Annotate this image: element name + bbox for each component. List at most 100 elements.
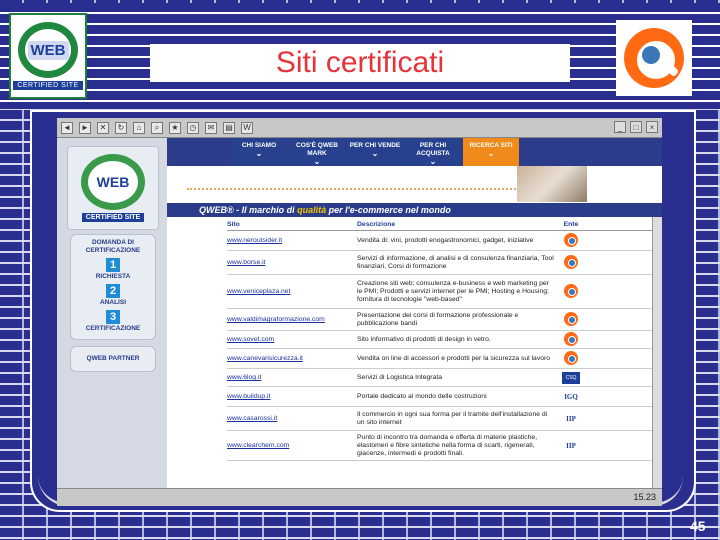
hero-photo [517, 166, 587, 202]
site-description: Il commercio in ogni sua forma per il tr… [357, 410, 548, 426]
browser-screenshot: ◄ ► ✕ ↻ ⌂ ⌕ ★ ◷ ✉ ▤ W _ □ × WEB CERTIFIE… [57, 118, 662, 506]
step-label: ANALISI [100, 299, 126, 306]
browser-toolbar: ◄ ► ✕ ↻ ⌂ ⌕ ★ ◷ ✉ ▤ W _ □ × [57, 118, 662, 138]
site-description: Servizi di Logistica Integrata [357, 373, 443, 381]
qweb-ente-icon [564, 350, 578, 365]
maximize-icon[interactable]: □ [630, 121, 642, 133]
certified-sites-table: Sito Descrizione Ente www.neroutsider.it… [227, 219, 657, 505]
site-description: Portale dedicato al mondo delle costruzi… [357, 392, 487, 400]
nav-label: RICERCA SITI [469, 142, 513, 149]
nav-label: PER CHI ACQUISTA [416, 142, 450, 157]
chevron-down-icon: ⌄ [429, 157, 437, 166]
csq-ente-logo: CSQ [562, 371, 580, 384]
certifying-body [555, 311, 587, 328]
site-description: Servizi di informazione, di analisi e di… [357, 254, 554, 270]
close-icon[interactable]: × [646, 121, 658, 133]
table-header: Sito Descrizione Ente [227, 219, 657, 231]
site-link[interactable]: www.valdimagraformazione.com [227, 316, 355, 323]
nav-cose-qweb-mark[interactable]: COS'È QWEB MARK ⌄ [289, 138, 345, 166]
qweb-ente-icon [564, 331, 578, 346]
site-link[interactable]: www.6log.it [227, 374, 355, 381]
slide-title: Siti certificati [150, 44, 570, 82]
site-nav: CHI SIAMO ⌄ COS'È QWEB MARK ⌄ PER CHI VEND… [167, 138, 662, 166]
cert-step-1[interactable]: 1 RICHIESTA [71, 255, 155, 281]
table-row: www.valdimagraformazione.com Presentazion… [227, 309, 657, 331]
search-icon[interactable]: ⌕ [151, 121, 163, 134]
certifying-body: IGQ [555, 393, 587, 401]
nav-ricerca-siti[interactable]: RICERCA SITI ⌄ [463, 138, 519, 166]
back-icon[interactable]: ◄ [61, 121, 73, 134]
qweb-banner: QWEB® - Il marchio di qualità per l'e-co… [167, 203, 662, 217]
nav-chi-siamo[interactable]: CHI SIAMO ⌄ [231, 138, 287, 166]
certifying-body [555, 283, 587, 300]
banner-prefix: QWEB® - Il marchio di [199, 205, 298, 215]
header-descrizione: Descrizione [357, 221, 396, 228]
site-sidebar: WEB CERTIFIED SITE DOMANDA DI CERTIFICAZ… [57, 138, 167, 506]
site-link[interactable]: www.neroutsider.it [227, 237, 355, 244]
print-icon[interactable]: ▤ [223, 121, 235, 134]
qweb-logo-left: WEB CERTIFIED SITE [9, 13, 87, 99]
nav-label: PER CHI VENDE [349, 142, 401, 149]
logo-caption: CERTIFIED SITE [13, 81, 83, 90]
ente-logo-text: IIP [566, 414, 576, 423]
chevron-down-icon: ⌄ [371, 149, 379, 158]
vertical-scrollbar[interactable] [652, 217, 662, 489]
slide-header: WEB CERTIFIED SITE Siti certificati [0, 0, 720, 113]
cert-step-2[interactable]: 2 ANALISI [71, 281, 155, 307]
favorites-icon[interactable]: ★ [169, 121, 181, 134]
certifying-body [555, 331, 587, 348]
cert-heading: DOMANDA DI CERTIFICAZIONE [85, 239, 141, 254]
site-link[interactable]: www.veniceplaza.net [227, 288, 355, 295]
nav-label: CHI SIAMO [241, 142, 277, 149]
site-link[interactable]: www.buildup.it [227, 393, 355, 400]
table-row: www.neroutsider.it Vendita di: vini, prod… [227, 231, 657, 251]
cert-step-3[interactable]: 3 CERTIFICAZIONE [71, 307, 155, 333]
mail-icon[interactable]: ✉ [205, 121, 217, 134]
site-link[interactable]: www.borse.it [227, 259, 355, 266]
table-row: www.6log.it Servizi di Logistica Integrat… [227, 369, 657, 387]
table-row: www.casarossi.it Il commercio in ogni sua… [227, 407, 657, 431]
home-icon[interactable]: ⌂ [133, 121, 145, 134]
site-logo[interactable]: WEB CERTIFIED SITE [67, 146, 159, 230]
step-label: RICHIESTA [95, 273, 131, 280]
header-sito: Sito [227, 221, 240, 228]
qweb-ente-icon [564, 232, 578, 247]
forward-icon[interactable]: ► [79, 121, 91, 134]
site-link[interactable]: www.casarossi.it [227, 415, 355, 422]
hero-strip [167, 166, 662, 202]
history-icon[interactable]: ◷ [187, 121, 199, 134]
window-controls: _ □ × [614, 121, 658, 133]
edit-icon[interactable]: W [241, 121, 253, 134]
site-description: Vendita di: vini, prodotti enogastronomi… [357, 236, 534, 244]
certifying-body [555, 350, 587, 367]
certifying-body: CSQ [555, 371, 587, 384]
qweb-ente-icon [564, 311, 578, 326]
ente-logo-text: IGQ [564, 392, 578, 401]
site-description: Sito informativo di prodotti di design i… [357, 335, 491, 343]
nav-per-chi-acquista[interactable]: PER CHI ACQUISTA ⌄ [405, 138, 461, 166]
taskbar: 15.23 [57, 488, 662, 506]
nav-label: COS'È QWEB MARK [296, 142, 338, 157]
site-link[interactable]: www.canevarisicurezza.it [227, 355, 355, 362]
site-description: Presentazione dei corsi di formazione pr… [357, 311, 519, 327]
logo-word: WEB [27, 40, 69, 60]
site-link[interactable]: www.clearchem.com [227, 442, 355, 449]
partner-link[interactable]: QWEB PARTNER [70, 346, 156, 372]
page-number: 45 [690, 518, 706, 534]
qweb-ente-icon [564, 283, 578, 298]
ente-logo-text: IIP [566, 441, 576, 450]
chevron-down-icon: ⌄ [255, 149, 263, 158]
certification-box: DOMANDA DI CERTIFICAZIONE 1 RICHIESTA 2 … [70, 234, 156, 340]
clock: 15.23 [633, 492, 656, 502]
banner-suffix: per l'e-commerce nel mondo [326, 205, 451, 215]
minimize-icon[interactable]: _ [614, 121, 626, 133]
site-link[interactable]: www.sovet.com [227, 336, 355, 343]
q-logo-right [616, 20, 692, 96]
table-row: www.buildup.it Portale dedicato al mondo … [227, 387, 657, 407]
refresh-icon[interactable]: ↻ [115, 121, 127, 134]
nav-per-chi-vende[interactable]: PER CHI VENDE ⌄ [347, 138, 403, 166]
table-row: www.clearchem.com Punto di incontro tra d… [227, 431, 657, 461]
stop-icon[interactable]: ✕ [97, 121, 109, 134]
step-label: CERTIFICAZIONE [85, 325, 141, 332]
qweb-ente-icon [564, 254, 578, 269]
